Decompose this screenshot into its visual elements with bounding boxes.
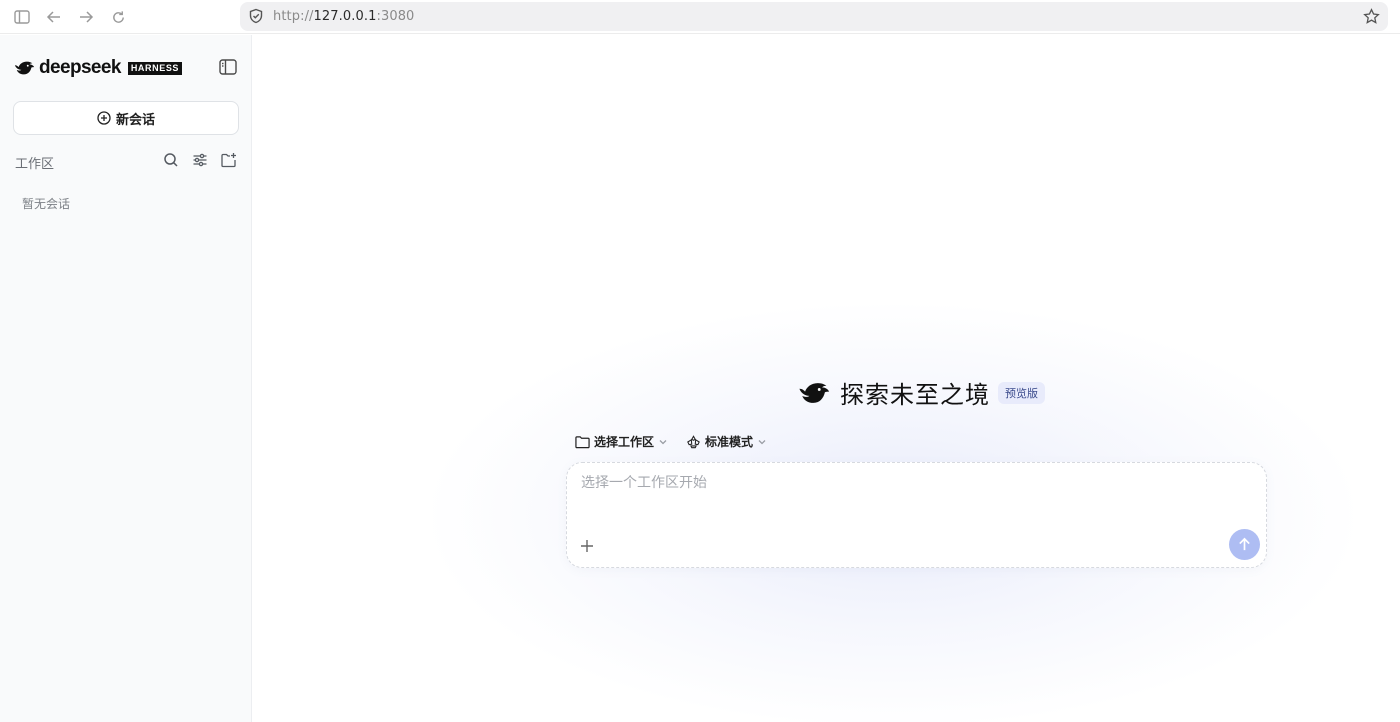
filter-icon[interactable] bbox=[192, 152, 208, 168]
workspace-selector[interactable]: 选择工作区 bbox=[575, 433, 668, 450]
main-area: 探索未至之境 预览版 选择工作区 标准模式 bbox=[253, 35, 1400, 722]
message-composer bbox=[566, 462, 1267, 568]
folder-icon bbox=[575, 435, 590, 448]
url-host: 127.0.0.1 bbox=[313, 9, 377, 24]
composer-options: 选择工作区 标准模式 bbox=[575, 433, 767, 450]
mode-selector-label: 标准模式 bbox=[705, 435, 754, 449]
no-conversations-label: 暂无会话 bbox=[22, 197, 71, 211]
search-icon[interactable] bbox=[163, 152, 179, 168]
arrow-up-icon bbox=[1239, 537, 1250, 551]
chevron-down-icon bbox=[659, 439, 667, 444]
send-button[interactable] bbox=[1229, 529, 1260, 560]
brand: deepseek HARNESS bbox=[14, 57, 183, 79]
new-chat-label: 新会话 bbox=[115, 112, 155, 128]
browser-sidebar-icon[interactable] bbox=[11, 6, 33, 28]
workspace-selector-label: 选择工作区 bbox=[594, 435, 655, 449]
url-port: :3080 bbox=[376, 9, 415, 24]
new-chat-button[interactable]: 新会话 bbox=[13, 101, 239, 135]
url-scheme: http:// bbox=[273, 9, 314, 24]
mode-selector[interactable]: 标准模式 bbox=[686, 433, 767, 450]
mode-icon bbox=[687, 434, 700, 448]
bookmark-star-icon[interactable] bbox=[1363, 8, 1380, 25]
preview-badge: 预览版 bbox=[998, 381, 1045, 404]
plus-icon[interactable] bbox=[579, 538, 595, 554]
forward-arrow-icon[interactable] bbox=[75, 6, 97, 28]
message-input[interactable] bbox=[581, 475, 1221, 491]
deepseek-whale-icon bbox=[14, 61, 35, 75]
browser-toolbar: http://127.0.0.1:3080 bbox=[0, 0, 1400, 34]
sidebar-toggle-icon[interactable] bbox=[219, 59, 237, 75]
deepseek-whale-icon bbox=[799, 382, 830, 403]
reload-icon[interactable] bbox=[107, 6, 129, 28]
sidebar: deepseek HARNESS 新会话 工作区 暂无会话 bbox=[0, 35, 252, 722]
workspace-section-label: 工作区 bbox=[15, 157, 55, 172]
harness-badge: HARNESS bbox=[127, 61, 183, 75]
new-folder-icon[interactable] bbox=[221, 152, 237, 168]
brand-name: deepseek bbox=[39, 57, 121, 78]
hero-heading: 探索未至之境 预览版 bbox=[798, 375, 1045, 410]
chevron-down-icon bbox=[758, 439, 766, 444]
plus-circle-icon bbox=[97, 111, 111, 125]
url-text: http://127.0.0.1:3080 bbox=[273, 9, 414, 24]
shield-icon bbox=[249, 8, 263, 24]
back-arrow-icon[interactable] bbox=[43, 6, 65, 28]
page-title: 探索未至之境 bbox=[840, 381, 990, 409]
address-bar[interactable]: http://127.0.0.1:3080 bbox=[240, 2, 1388, 31]
